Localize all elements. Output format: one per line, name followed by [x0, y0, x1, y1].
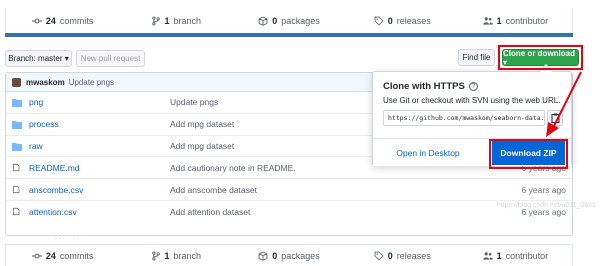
- file-commit-message[interactable]: Update pngs: [170, 97, 218, 107]
- releases-stat[interactable]: 0 releases: [346, 8, 459, 33]
- branch-label: branch: [173, 250, 202, 261]
- branch-icon: [151, 16, 160, 25]
- file-icon: [13, 186, 20, 194]
- packages-label: packages: [281, 15, 320, 26]
- commits-icon: [31, 18, 42, 23]
- commits-count: 24: [45, 250, 56, 261]
- file-name-link[interactable]: README.md: [29, 163, 80, 173]
- tag-icon: [374, 251, 384, 261]
- branch-select-button[interactable]: Branch: master ▾: [5, 50, 72, 67]
- find-file-button[interactable]: Find file: [458, 49, 495, 66]
- branch-stat[interactable]: 1 branch: [119, 8, 232, 33]
- clone-description: Use Git or checkout with SVN using the w…: [383, 96, 561, 105]
- clone-popover: Clone with HTTPS ? Use Git or checkout w…: [372, 63, 572, 166]
- file-commit-message[interactable]: Add attention dataset: [170, 207, 250, 217]
- watermark: https://blog.csdn.net/u011_0948: [496, 202, 596, 209]
- package-icon: [258, 251, 268, 261]
- file-name-link[interactable]: png: [29, 97, 43, 107]
- file-row: anscombe.csv Add anscombe dataset 6 years …: [6, 179, 572, 201]
- contributor-label: contributor: [505, 250, 549, 261]
- file-name-link[interactable]: attention.csv: [29, 207, 77, 217]
- commits-label: commits: [59, 15, 94, 26]
- language-bar: [5, 33, 573, 37]
- branch-count: 1: [164, 250, 170, 261]
- file-name-link[interactable]: raw: [29, 141, 43, 151]
- file-commit-message[interactable]: Add mpg dataset: [170, 119, 234, 129]
- popover-footer: Open in Desktop Download ZIP: [373, 138, 571, 166]
- branch-icon: [151, 251, 160, 260]
- releases-label: releases: [396, 15, 431, 26]
- commit-message[interactable]: Update pngs: [69, 78, 114, 87]
- commits-label: commits: [59, 250, 94, 261]
- packages-stat[interactable]: 0 packages: [232, 245, 345, 266]
- commits-stat[interactable]: 24 commits: [6, 245, 119, 266]
- contributors-stat[interactable]: 1 contributor: [459, 245, 572, 266]
- releases-stat[interactable]: 0 releases: [346, 245, 459, 266]
- avatar[interactable]: [12, 77, 21, 87]
- people-icon: [482, 16, 493, 25]
- file-commit-message[interactable]: Add cautionary note in README.: [170, 163, 296, 173]
- stats-bar-top: 24 commits 1 branch 0 packages 0 release…: [5, 8, 573, 33]
- file-commit-message[interactable]: Add mpg dataset: [170, 141, 234, 151]
- packages-label: packages: [281, 250, 320, 261]
- branch-count: 1: [164, 15, 170, 26]
- file-icon: [13, 207, 20, 216]
- commits-icon: [31, 253, 42, 258]
- clone-or-download-button[interactable]: Clone or download ▾: [502, 49, 579, 67]
- package-icon: [258, 16, 268, 26]
- file-age: 6 years ago: [521, 184, 566, 195]
- file-name-link[interactable]: process: [29, 119, 59, 129]
- file-name-link[interactable]: anscombe.csv: [29, 185, 83, 195]
- file-row: attention.csv Add attention dataset 6 year…: [6, 201, 572, 223]
- contributors-stat[interactable]: 1 contributor: [459, 8, 572, 33]
- help-icon[interactable]: ?: [468, 82, 478, 91]
- packages-stat[interactable]: 0 packages: [232, 8, 345, 33]
- stats-bar-bottom: 24 commits 1 branch 0 packages 0 release…: [5, 244, 573, 266]
- releases-label: releases: [396, 250, 431, 261]
- commits-count: 24: [45, 15, 56, 26]
- folder-icon: [12, 120, 22, 129]
- folder-icon: [12, 142, 22, 151]
- file-icon: [13, 164, 20, 172]
- branch-stat[interactable]: 1 branch: [119, 245, 232, 266]
- clone-title: Clone with HTTPS: [383, 81, 465, 92]
- releases-count: 0: [387, 15, 393, 26]
- popover-title: Clone with HTTPS ?: [383, 81, 478, 92]
- packages-count: 0: [272, 15, 278, 26]
- packages-count: 0: [272, 250, 278, 261]
- cutoff-row: - · · · · · · · ·: [55, 236, 87, 242]
- people-icon: [482, 251, 493, 260]
- releases-count: 0: [387, 250, 393, 261]
- download-zip-button[interactable]: Download ZIP: [492, 141, 565, 165]
- open-in-desktop-button[interactable]: Open in Desktop: [373, 139, 483, 167]
- clone-url-input[interactable]: https://github.com/mwaskom/seaborn-data.: [383, 110, 545, 126]
- file-commit-message[interactable]: Add anscombe dataset: [170, 185, 257, 195]
- contributor-count: 1: [496, 15, 502, 26]
- copy-url-button[interactable]: [547, 110, 563, 126]
- commit-author[interactable]: mwaskom: [26, 78, 65, 87]
- commits-stat[interactable]: 24 commits: [6, 8, 119, 33]
- contributor-count: 1: [496, 250, 502, 261]
- branch-label: branch: [173, 15, 202, 26]
- contributor-label: contributor: [505, 15, 549, 26]
- tag-icon: [374, 16, 384, 26]
- clipboard-icon: [551, 113, 559, 123]
- new-pull-request-button[interactable]: New pull request: [76, 50, 145, 67]
- folder-icon: [12, 99, 22, 107]
